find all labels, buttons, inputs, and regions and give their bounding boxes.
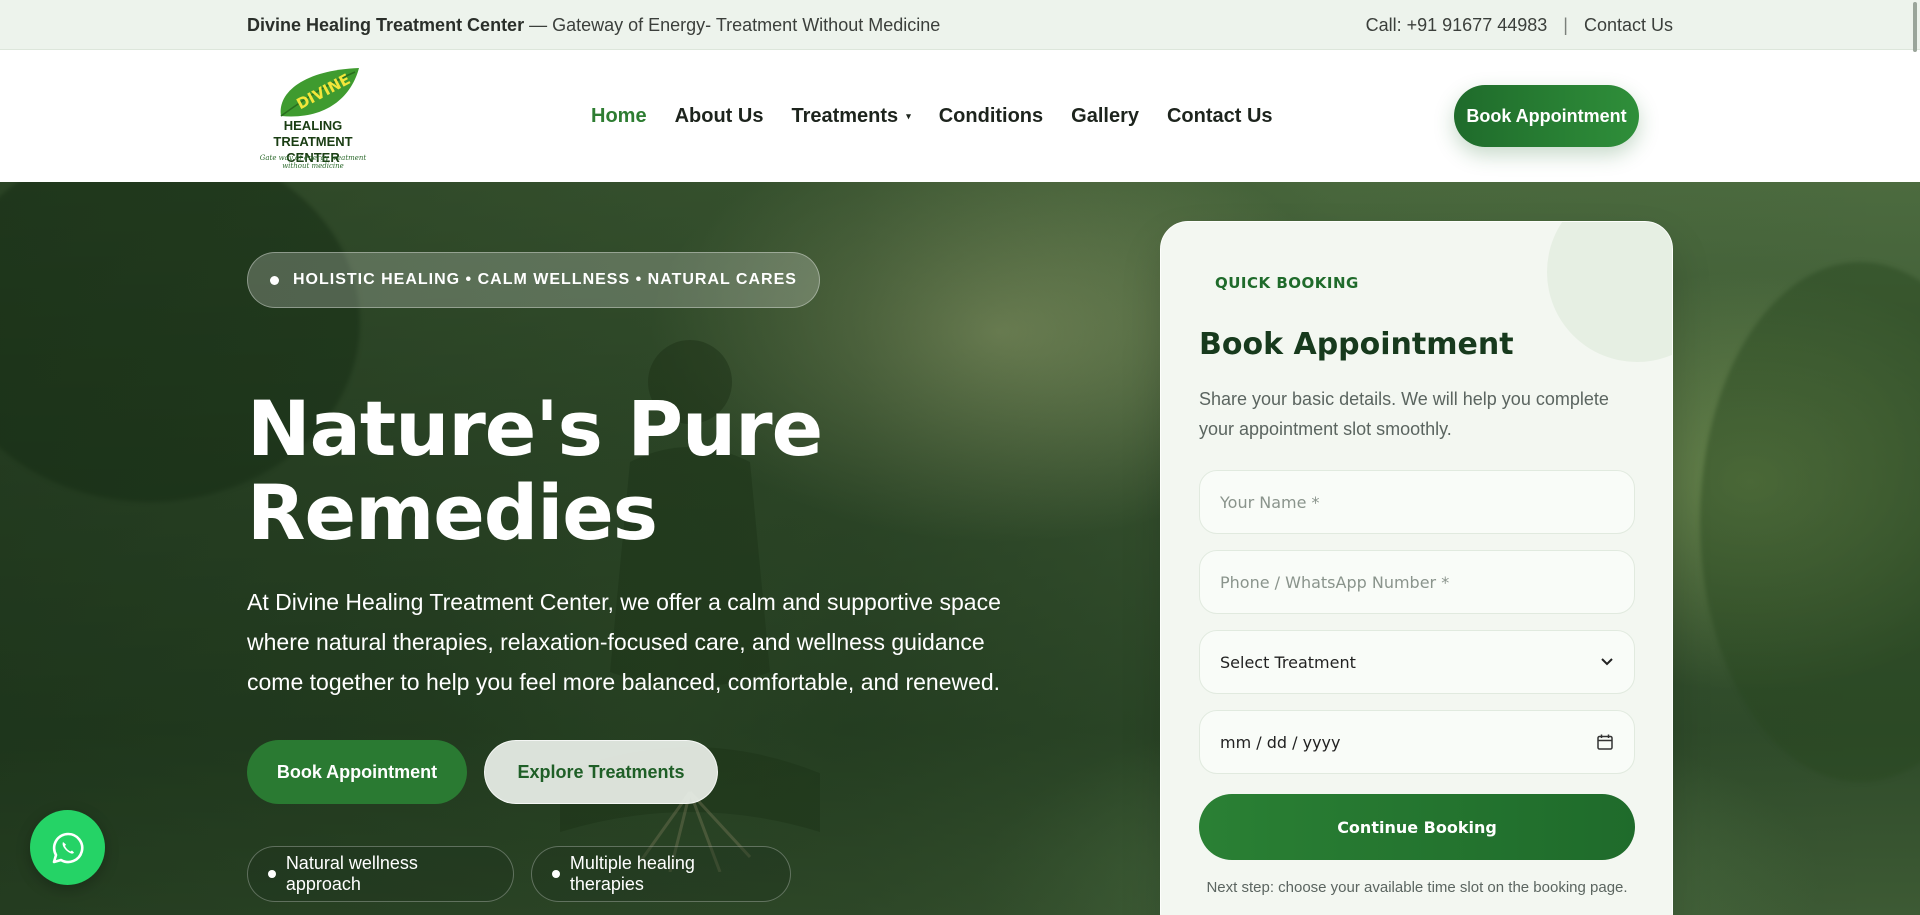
booking-eyebrow: QUICK BOOKING [1215,274,1359,292]
booking-subtitle: Share your basic details. We will help y… [1199,389,1609,439]
hero-description: At Divine Healing Treatment Center, we o… [247,589,1001,695]
hero-title-line-1: Nature's Pure [247,384,823,473]
nav-contact[interactable]: Contact Us [1167,105,1273,128]
nav-gallery-label: Gallery [1071,104,1139,127]
treatment-select-value: Select Treatment [1220,652,1356,672]
topbar-tagline: — Gateway of Energy- Treatment Without M… [524,14,941,35]
hero-section: HOLISTIC HEALING • CALM WELLNESS • NATUR… [0,182,1920,915]
leaf-logo-icon: DIVINE [280,68,359,117]
card-decoration [1547,222,1672,362]
hero-badge-text: HOLISTIC HEALING • CALM WELLNESS • NATUR… [293,271,797,288]
phone-input[interactable]: Phone / WhatsApp Number * [1199,550,1635,614]
nav-gallery[interactable]: Gallery [1071,105,1139,128]
topbar-phone-link[interactable]: Call: +91 91677 44983 [1366,15,1548,36]
treatment-select[interactable]: Select Treatment [1199,630,1635,694]
date-placeholder: mm / dd / yyyy [1220,732,1341,752]
nav-home[interactable]: Home [591,105,647,128]
top-bar: Divine Healing Treatment Center — Gatewa… [0,0,1920,50]
feature-label: Multiple healing therapies [569,853,695,894]
whatsapp-icon [52,832,83,863]
name-input[interactable]: Your Name * [1199,470,1635,534]
page-scrollbar[interactable] [1910,0,1920,915]
caret-down-icon: ▾ [906,110,911,121]
nav-conditions-label: Conditions [938,104,1044,127]
scrollbar-thumb[interactable] [1913,2,1917,52]
nav-contact-label: Contact Us [1166,104,1273,127]
badge-dot-icon [270,275,279,285]
site-header: DIVINE HEALING TREATMENT CENTER Gate way… [0,50,1920,182]
date-input[interactable]: mm / dd / yyyy [1199,710,1635,774]
header-book-button[interactable]: Book Appointment [1454,85,1639,147]
feature-chip: Multiple healing therapies [531,846,791,902]
name-placeholder: Your Name * [1220,492,1320,512]
whatsapp-button[interactable] [30,810,105,885]
nav-treatments[interactable]: Treatments ▾ [791,105,910,128]
logo-tagline: Gate way of energy treatment without med… [259,154,367,170]
hero-title-line-2: Remedies [247,468,658,557]
nav-about[interactable]: About Us [675,105,764,128]
calendar-icon[interactable] [1596,733,1614,751]
chevron-down-icon [1601,658,1613,666]
nav-conditions[interactable]: Conditions [939,105,1043,128]
topbar-brand-line: Divine Healing Treatment Center — Gatewa… [247,15,940,36]
feature-dot-icon [552,870,560,878]
hero-title: Nature's Pure Remedies [247,387,947,555]
feature-chip: Natural wellness approach [247,846,514,902]
feature-dot-icon [268,870,276,878]
continue-booking-button[interactable]: Continue Booking [1199,794,1635,860]
booking-title: Book Appointment [1199,327,1514,362]
hero-badge: HOLISTIC HEALING • CALM WELLNESS • NATUR… [247,252,820,308]
phone-placeholder: Phone / WhatsApp Number * [1220,572,1450,592]
booking-note: Next step: choose your available time sl… [1206,879,1628,896]
hero-book-button[interactable]: Book Appointment [247,740,467,804]
site-logo[interactable]: DIVINE HEALING TREATMENT CENTER Gate way… [247,64,379,170]
nav-home-label: Home [591,104,647,127]
main-nav: Home About Us Treatments ▾ Conditions Gal… [591,50,1273,182]
explore-treatments-button[interactable]: Explore Treatments [484,740,718,804]
logo-line-1: HEALING TREATMENT [273,118,353,149]
topbar-brand: Divine Healing Treatment Center [247,14,525,35]
nav-treatments-label: Treatments [791,104,899,127]
topbar-contact-link[interactable]: Contact Us [1584,15,1673,36]
topbar-separator: | [1563,14,1568,35]
booking-card: QUICK BOOKING Book Appointment Share you… [1160,221,1673,915]
nav-about-label: About Us [674,104,764,127]
feature-label: Natural wellness approach [285,853,418,894]
